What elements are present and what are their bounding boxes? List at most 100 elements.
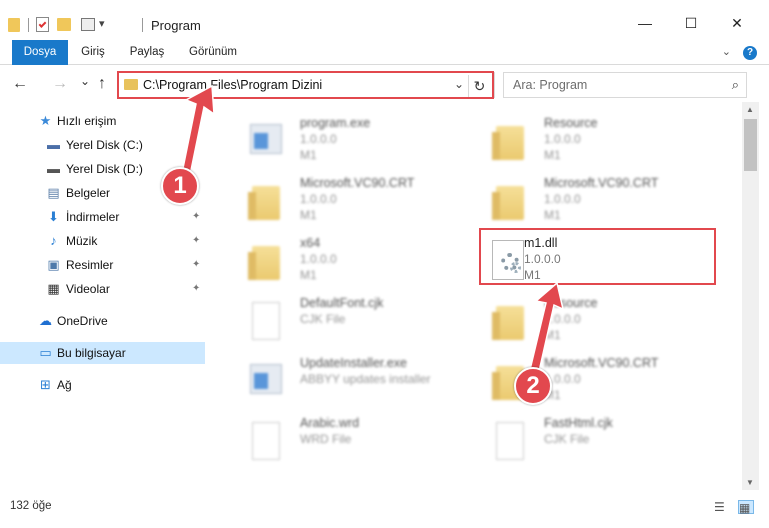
- file-tile[interactable]: UpdateInstaller.exe ABBYY updates install…: [232, 350, 472, 408]
- expand-ribbon-icon[interactable]: ⌄: [722, 45, 731, 58]
- folder-file-icon: [240, 236, 280, 280]
- minimize-button[interactable]: —: [622, 8, 668, 38]
- tab-share[interactable]: Paylaş: [122, 40, 172, 65]
- properties-icon[interactable]: [36, 17, 49, 32]
- file-name: Microsoft.VC90.CRT: [544, 356, 659, 370]
- new-folder-icon[interactable]: [57, 18, 71, 31]
- doc-file-icon: [240, 416, 280, 460]
- file-name: DefaultFont.cjk: [300, 296, 384, 310]
- scroll-thumb[interactable]: [744, 119, 757, 171]
- back-arrow-icon[interactable]: ←: [12, 75, 28, 93]
- view-options-icon[interactable]: [81, 18, 95, 31]
- search-placeholder[interactable]: Ara: Program: [513, 78, 587, 92]
- sidebar-item-label: Müzik: [66, 234, 98, 248]
- close-button[interactable]: ✕: [714, 8, 760, 38]
- refresh-icon[interactable]: ↻: [468, 75, 490, 97]
- pictures-icon: ▣: [47, 257, 60, 272]
- star-icon: ★: [39, 113, 52, 128]
- item-count: 132 öğe: [10, 500, 52, 512]
- pin-icon[interactable]: ✦: [192, 235, 200, 246]
- file-name: Microsoft.VC90.CRT: [544, 176, 659, 190]
- file-tile[interactable]: program.exe 1.0.0.0 M1: [232, 110, 472, 168]
- cloud-icon: ☁: [39, 313, 52, 328]
- sidebar-item[interactable]: ☁ OneDrive: [0, 310, 205, 332]
- video-icon: ▦: [47, 281, 60, 296]
- tab-file[interactable]: Dosya: [12, 40, 68, 65]
- address-bar[interactable]: C:\Program Files\Program Dizini ⌄ ↻: [117, 72, 495, 98]
- drive-icon: ▬: [47, 161, 60, 176]
- sidebar-item-label: OneDrive: [57, 314, 108, 328]
- window-title: Program: [151, 18, 201, 33]
- sidebar-item[interactable]: ▬ Yerel Disk (C:): [0, 134, 205, 156]
- file-name: program.exe: [300, 116, 371, 130]
- tab-home[interactable]: Giriş: [72, 40, 114, 65]
- pin-icon[interactable]: ✦: [192, 211, 200, 222]
- file-tile[interactable]: Resource 1.0.0.0 M1: [476, 110, 716, 168]
- customize-toolbar-icon[interactable]: ▾: [99, 17, 105, 35]
- file-version: ABBYY updates installer: [300, 372, 431, 386]
- sidebar-item[interactable]: ▣ Resimler ✦: [0, 254, 205, 276]
- file-name: FastHtml.cjk: [544, 416, 613, 430]
- sidebar-item[interactable]: ▭ Bu bilgisayar: [0, 342, 205, 364]
- file-tile[interactable]: Microsoft.VC90.CRT 1.0.0.0 M1: [232, 170, 472, 228]
- search-icon[interactable]: ⌕: [732, 77, 739, 93]
- file-name: Resource: [544, 296, 598, 310]
- forward-arrow-icon[interactable]: →: [52, 75, 68, 93]
- separator: [142, 18, 143, 32]
- up-arrow-icon[interactable]: ↑: [98, 75, 106, 93]
- status-bar: 132 öğe ☰ ▦: [0, 490, 769, 528]
- pin-icon[interactable]: ✦: [192, 259, 200, 270]
- network-icon: ⊞: [40, 377, 51, 392]
- file-name: x64: [300, 236, 321, 250]
- callout-badge-2: 2: [514, 367, 552, 405]
- sidebar-item[interactable]: ⊞ Ağ: [0, 374, 205, 396]
- drive-icon: ▬: [47, 137, 60, 152]
- file-company: M1: [300, 268, 317, 282]
- sidebar-item-label: Bu bilgisayar: [57, 346, 126, 360]
- file-tile[interactable]: Resource 1.0.0.0 M1: [476, 290, 716, 348]
- download-icon: ⬇: [48, 209, 59, 224]
- sidebar-item-label: Ağ: [57, 378, 72, 392]
- pin-icon[interactable]: ✦: [192, 283, 200, 294]
- recent-locations-icon[interactable]: ⌄: [80, 74, 90, 88]
- folder-file-icon: [484, 296, 524, 340]
- search-box[interactable]: Ara: Program ⌕: [503, 72, 747, 98]
- help-icon[interactable]: ?: [743, 46, 757, 60]
- sidebar-item[interactable]: ⬇ İndirmeler ✦: [0, 206, 205, 228]
- folder-file-icon: [484, 116, 524, 160]
- folder-icon: [8, 18, 20, 32]
- file-tile[interactable]: FastHtml.cjk CJK File: [476, 410, 716, 468]
- documents-icon: ▤: [47, 185, 60, 200]
- file-tile[interactable]: Microsoft.VC90.CRT 1.0.0.0 M1: [476, 170, 716, 228]
- music-icon: ♪: [50, 233, 57, 248]
- tab-view[interactable]: Görünüm: [182, 40, 244, 65]
- tiles-view-icon[interactable]: ▦: [738, 500, 754, 515]
- sidebar-item-label: Videolar: [66, 282, 110, 296]
- scroll-down-icon[interactable]: ▼: [746, 478, 754, 487]
- scroll-up-icon[interactable]: ▲: [746, 105, 754, 114]
- file-tile[interactable]: Arabic.wrd WRD File: [232, 410, 472, 468]
- file-version: 1.0.0.0: [544, 192, 581, 206]
- address-dropdown-icon[interactable]: ⌄: [454, 77, 464, 91]
- folder-file-icon: [484, 176, 524, 220]
- sidebar-item[interactable]: ★ Hızlı erişim: [0, 110, 205, 132]
- file-tile[interactable]: x64 1.0.0.0 M1: [232, 230, 472, 288]
- file-company: M1: [300, 148, 317, 162]
- maximize-button[interactable]: ☐: [668, 8, 714, 38]
- file-company: M1: [300, 208, 317, 222]
- sidebar-item-label: Yerel Disk (C:): [66, 138, 143, 152]
- exe-file-icon: [240, 116, 282, 160]
- file-tile[interactable]: Microsoft.VC90.CRT 1.0.0.0 M1: [476, 350, 716, 408]
- details-view-icon[interactable]: ☰: [714, 500, 730, 514]
- doc-file-icon: [484, 416, 524, 460]
- file-name: Resource: [544, 116, 598, 130]
- vertical-scrollbar[interactable]: ▲ ▼: [742, 102, 759, 490]
- file-list: program.exe 1.0.0.0 M1 Resource 1.0.0.0 M1 Mic…: [212, 102, 742, 490]
- address-path[interactable]: C:\Program Files\Program Dizini: [143, 78, 322, 92]
- sidebar-item[interactable]: ▦ Videolar ✦: [0, 278, 205, 300]
- file-tile[interactable]: DefaultFont.cjk CJK File: [232, 290, 472, 348]
- sidebar-item[interactable]: ♪ Müzik ✦: [0, 230, 205, 252]
- file-version: WRD File: [300, 432, 352, 446]
- file-version: 1.0.0.0: [544, 132, 581, 146]
- file-name: UpdateInstaller.exe: [300, 356, 408, 370]
